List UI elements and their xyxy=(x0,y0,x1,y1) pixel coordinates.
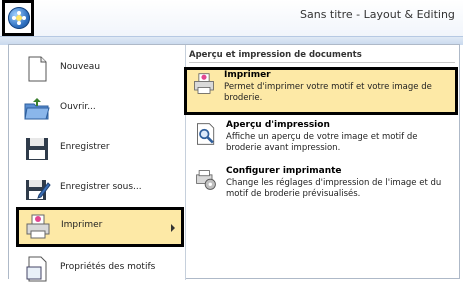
submenu-item-description: Permet d'imprimer votre motif et votre i… xyxy=(224,82,432,103)
save-as-icon xyxy=(26,180,51,200)
open-folder-icon xyxy=(24,98,50,120)
submenu-item-description: Change les réglages d'impression de l'im… xyxy=(226,178,442,199)
menu-item-imprimer[interactable]: Imprimer xyxy=(16,207,184,247)
menu-item-label: Ouvrir... xyxy=(60,102,96,112)
submenu-arrow-icon xyxy=(171,224,175,232)
menu-right-panel: Aperçu et impression de documents Imprim… xyxy=(184,45,459,280)
menu-left-panel: Nouveau Ouvrir... Enregistrer Enregistre… xyxy=(9,45,186,282)
submenu-item-description: Affiche un aperçu de votre image et moti… xyxy=(226,132,418,153)
window-title: Sans titre - Layout & Editing xyxy=(300,8,455,21)
submenu-item-apercu[interactable]: Aperçu d'impression Affiche un aperçu de… xyxy=(186,117,458,161)
save-icon xyxy=(26,138,48,160)
menu-item-label: Enregistrer sous... xyxy=(60,182,142,192)
printer-icon xyxy=(194,73,214,94)
printer-setup-icon xyxy=(196,170,216,190)
menu-item-label: Enregistrer xyxy=(60,142,110,152)
new-document-icon xyxy=(28,56,47,82)
application-menu: Nouveau Ouvrir... Enregistrer Enregistre… xyxy=(8,44,460,282)
submenu-header: Aperçu et impression de documents xyxy=(189,50,455,63)
print-preview-icon xyxy=(197,123,215,145)
menu-item-enregistrer[interactable]: Enregistrer xyxy=(15,129,181,169)
printer-icon xyxy=(26,214,50,239)
menu-item-enregistrer-sous[interactable]: Enregistrer sous... xyxy=(15,169,181,209)
submenu-item-title: Aperçu d'impression xyxy=(226,120,330,130)
application-menu-button[interactable] xyxy=(2,0,34,36)
menu-item-ouvrir[interactable]: Ouvrir... xyxy=(15,89,181,129)
submenu-item-configurer-imprimante[interactable]: Configurer imprimante Change les réglage… xyxy=(186,163,458,207)
menu-item-label: Nouveau xyxy=(60,62,101,72)
app-logo-icon xyxy=(8,7,30,29)
submenu-item-title: Imprimer xyxy=(224,70,271,80)
submenu-item-imprimer[interactable]: Imprimer Permet d'imprimer votre motif e… xyxy=(184,67,458,115)
title-bar: Sans titre - Layout & Editing xyxy=(0,0,463,36)
menu-item-nouveau[interactable]: Nouveau xyxy=(15,49,181,89)
menu-item-label: Propriétés des motifs xyxy=(60,262,156,272)
submenu-item-title: Configurer imprimante xyxy=(226,166,342,176)
menu-item-proprietes-motifs[interactable]: Propriétés des motifs xyxy=(15,249,181,289)
menu-item-label: Imprimer xyxy=(61,220,103,230)
